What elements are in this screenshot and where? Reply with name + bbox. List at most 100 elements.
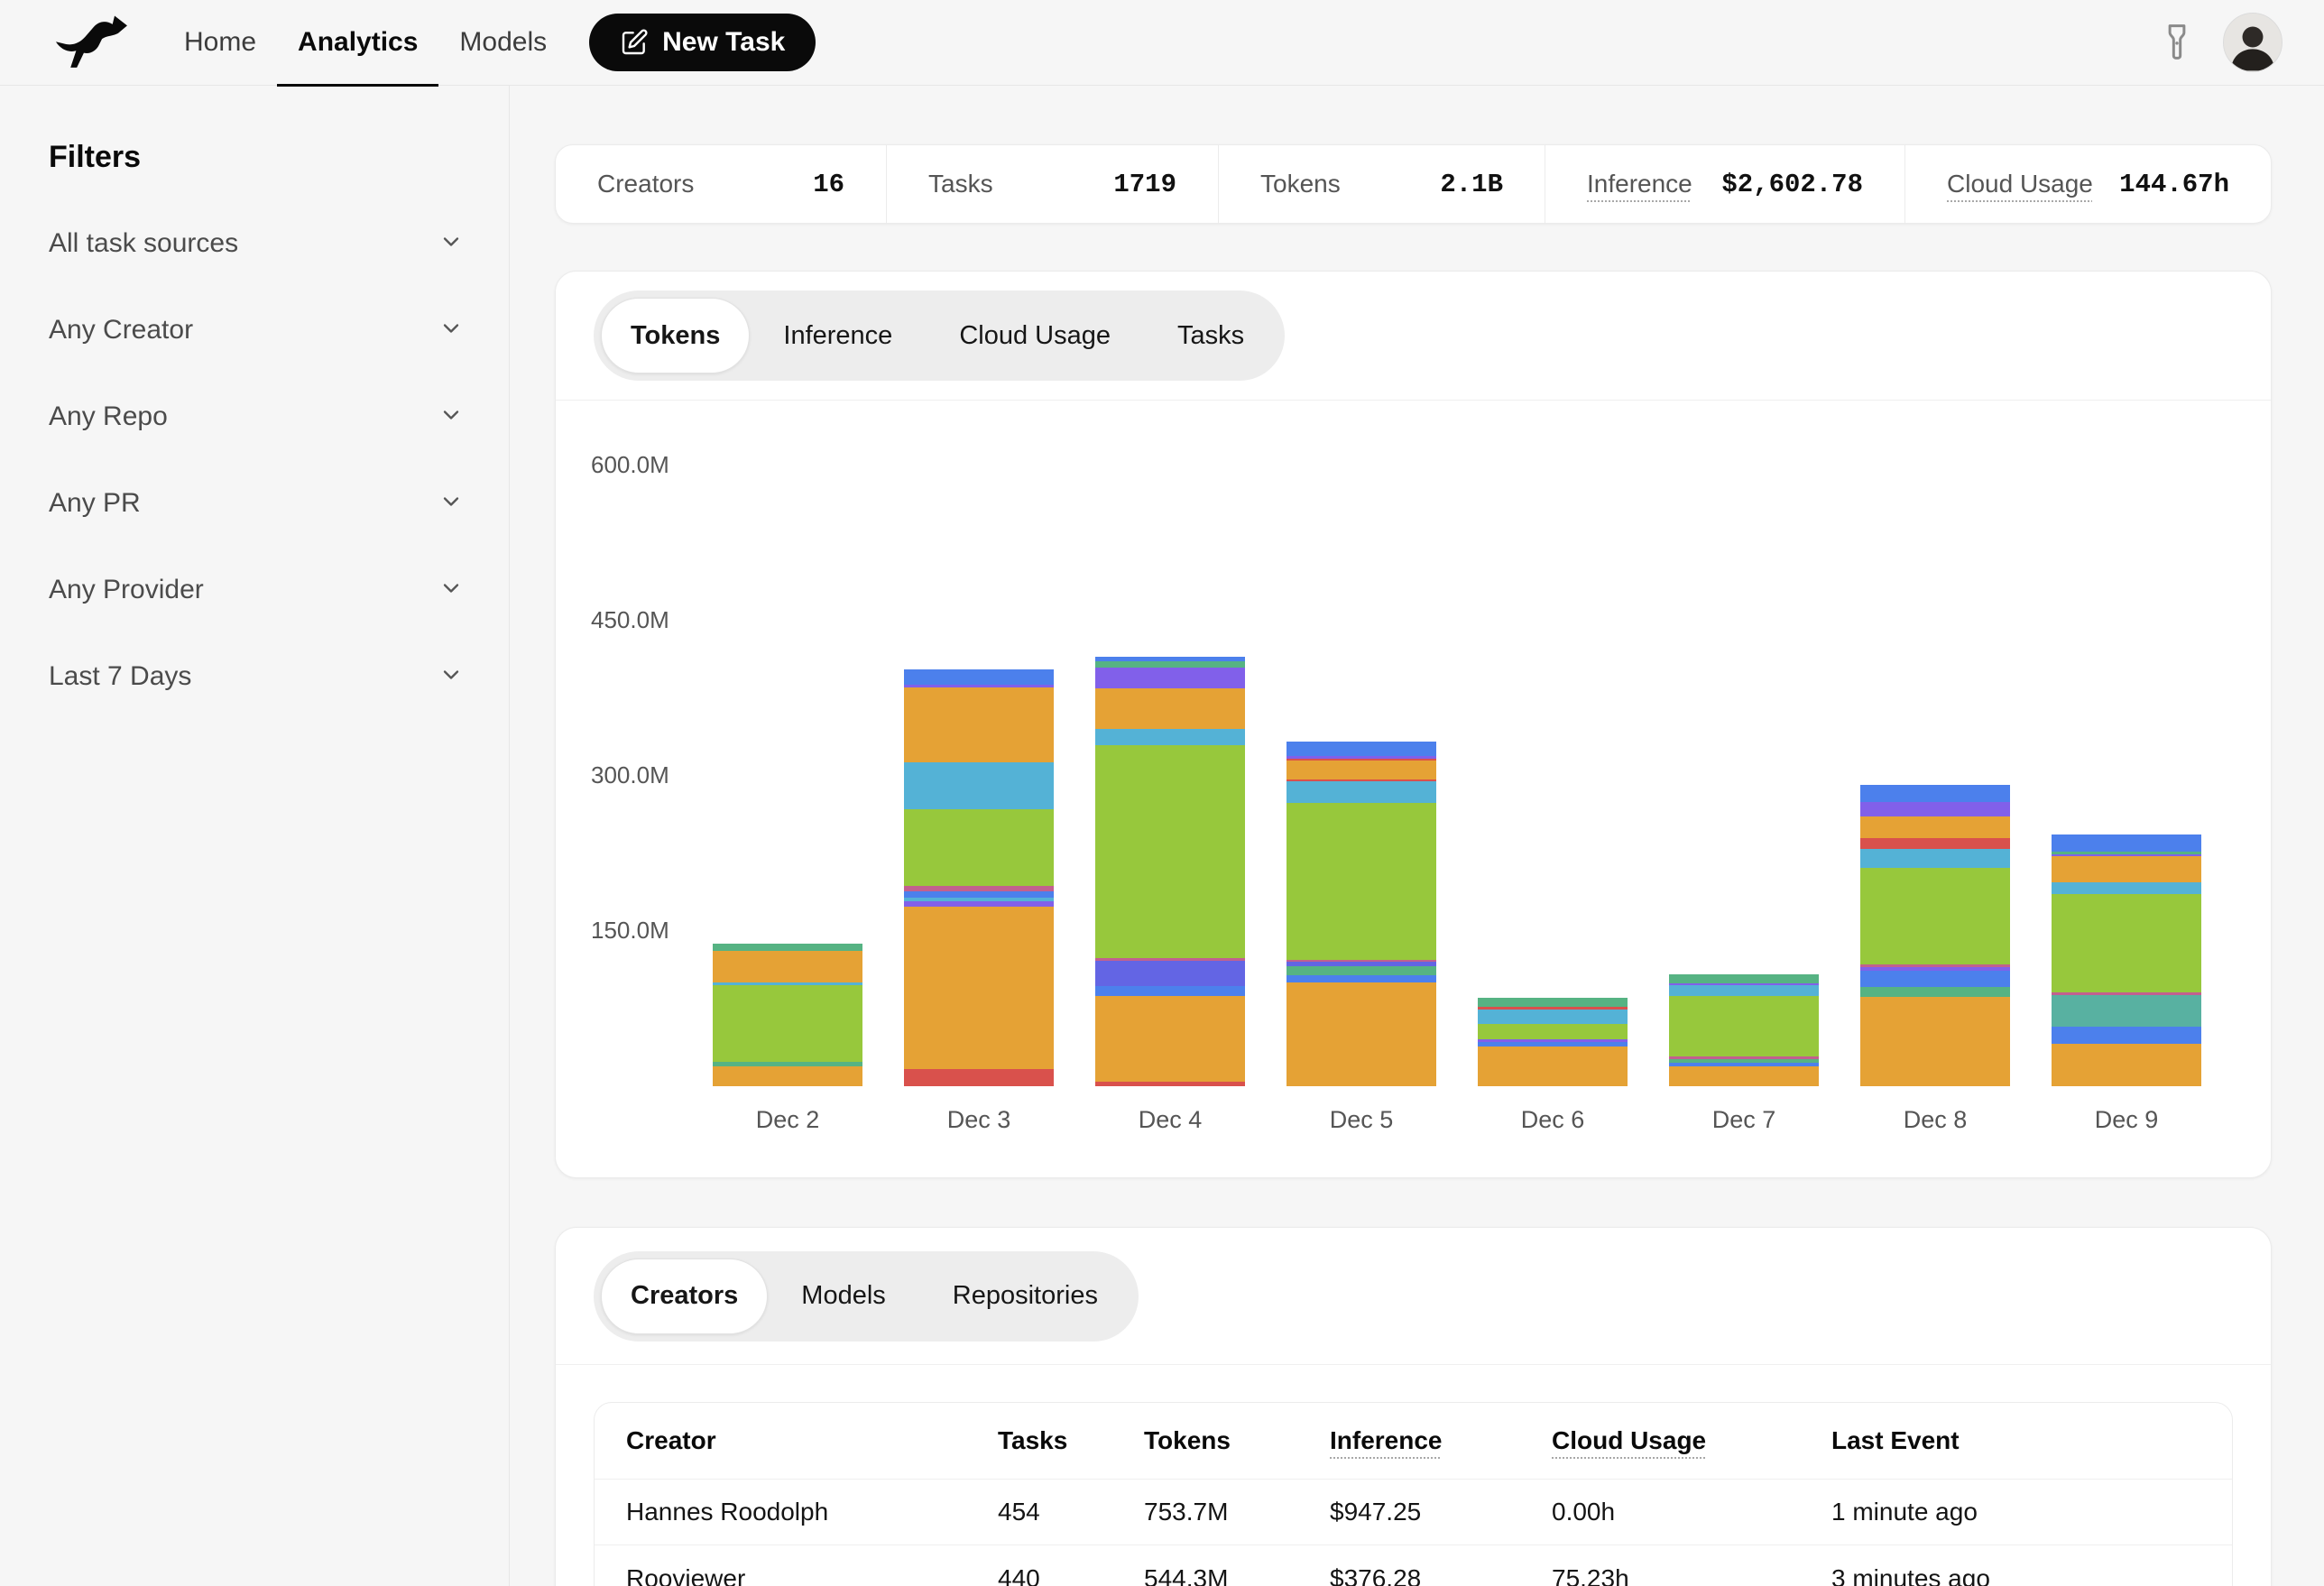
filters-sidebar: Filters All task sources Any Creator Any R… — [0, 86, 510, 1586]
bar-segment-blue — [904, 669, 1054, 685]
stat-inference: Inference $2,602.78 — [1545, 145, 1905, 223]
bar-segment-sky — [2052, 882, 2201, 895]
nav-item-models[interactable]: Models — [438, 0, 567, 86]
table-tab-repositories[interactable]: Repositories — [919, 1259, 1131, 1334]
bar-segment-green — [1095, 745, 1245, 958]
chart-tab-inference[interactable]: Inference — [750, 298, 926, 373]
chart-tab-tokens[interactable]: Tokens — [601, 298, 750, 373]
stat-value-cloud-usage: 144.67h — [2119, 170, 2229, 199]
column-header-inference[interactable]: Inference — [1330, 1426, 1552, 1455]
bar-segment-blue — [904, 891, 1054, 898]
stacked-bar-chart: 150.0M 300.0M 450.0M 600.0M — [556, 401, 2271, 1086]
cell-last-event: 3 minutes ago — [1831, 1564, 2200, 1586]
bar-dec-6 — [1478, 998, 1628, 1086]
bar-dec-4 — [1095, 657, 1245, 1086]
table-tab-creators[interactable]: Creators — [601, 1259, 768, 1334]
stat-label-creators: Creators — [597, 170, 694, 198]
y-axis-label: 600.0M — [591, 451, 669, 479]
chevron-down-icon — [438, 402, 464, 432]
bar-segment-teal2 — [2052, 995, 2201, 1026]
nav-item-analytics[interactable]: Analytics — [277, 0, 438, 86]
filters-title: Filters — [49, 140, 464, 176]
stat-value-tokens: 2.1B — [1440, 170, 1503, 199]
bar-segment-green — [1286, 803, 1436, 959]
filter-any-creator[interactable]: Any Creator — [49, 312, 464, 348]
avatar[interactable] — [2223, 13, 2282, 72]
stat-label-cloud-usage[interactable]: Cloud Usage — [1947, 170, 2093, 198]
bar-segment-orange — [713, 1066, 862, 1086]
bar-segment-indigo — [1095, 961, 1245, 986]
cell-inference: $376.28 — [1330, 1564, 1552, 1586]
nav-right — [2156, 13, 2282, 72]
bar-dec-5 — [1286, 742, 1436, 1086]
table-tab-group: CreatorsModelsRepositories — [594, 1251, 1139, 1342]
chart-tab-group: TokensInferenceCloud UsageTasks — [594, 290, 1285, 381]
filter-label: All task sources — [49, 228, 238, 259]
bar-segment-green — [1478, 1024, 1628, 1039]
bar-segment-orange — [2052, 1044, 2201, 1086]
filter-any-provider[interactable]: Any Provider — [49, 572, 464, 608]
bar-segment-orange — [1860, 997, 2010, 1086]
x-axis-label: Dec 8 — [1860, 1106, 2010, 1134]
table-tabs-row: CreatorsModelsRepositories — [556, 1228, 2271, 1365]
filter-any-repo[interactable]: Any Repo — [49, 399, 464, 435]
column-header-cloud-usage[interactable]: Cloud Usage — [1552, 1426, 1831, 1455]
table-row-hannes-roodolph[interactable]: Hannes Roodolph454753.7M$947.250.00h1 mi… — [595, 1480, 2232, 1545]
bar-dec-7 — [1669, 974, 1819, 1086]
y-axis-label: 300.0M — [591, 761, 669, 789]
x-axis-label: Dec 4 — [1095, 1106, 1245, 1134]
table-row-rooviewer[interactable]: Rooviewer440544.3M$376.2875.23h3 minutes… — [595, 1545, 2232, 1586]
breakdown-card: CreatorsModelsRepositories CreatorTasksT… — [555, 1227, 2272, 1586]
filter-any-pr[interactable]: Any PR — [49, 485, 464, 521]
chevron-down-icon — [438, 229, 464, 259]
bar-segment-blue — [1095, 986, 1245, 996]
bar-segment-red — [1860, 838, 2010, 848]
bar-segment-sky — [1095, 729, 1245, 745]
filter-label: Any Repo — [49, 401, 168, 432]
bar-segment-teal — [1669, 974, 1819, 983]
chevron-down-icon — [438, 316, 464, 346]
bar-segment-orange — [2052, 856, 2201, 882]
filter-last-7-days[interactable]: Last 7 Days — [49, 659, 464, 695]
x-axis-label: Dec 2 — [713, 1106, 862, 1134]
bar-segment-orange — [1286, 761, 1436, 779]
bar-segment-teal — [1095, 661, 1245, 668]
x-axis-label: Dec 7 — [1669, 1106, 1819, 1134]
cell-cloud-usage: 0.00h — [1552, 1498, 1831, 1526]
creators-table: CreatorTasksTokensInferenceCloud UsageLa… — [594, 1402, 2233, 1586]
flashlight-icon[interactable] — [2156, 19, 2198, 66]
nav-item-home[interactable]: Home — [163, 0, 277, 86]
filter-all-task-sources[interactable]: All task sources — [49, 226, 464, 262]
bar-segment-orange — [904, 687, 1054, 762]
cell-creator: Rooviewer — [626, 1564, 998, 1586]
bar-segment-red — [904, 1069, 1054, 1086]
chevron-down-icon — [438, 662, 464, 692]
bar-segment-orange — [1095, 688, 1245, 729]
top-nav: HomeAnalyticsModels New Task — [0, 0, 2324, 86]
y-axis-label: 150.0M — [591, 917, 669, 945]
x-axis-label: Dec 6 — [1478, 1106, 1628, 1134]
bar-segment-sky — [1286, 781, 1436, 803]
x-axis-label: Dec 5 — [1286, 1106, 1436, 1134]
stat-value-creators: 16 — [813, 170, 844, 199]
bar-segment-orange — [904, 907, 1054, 1069]
kangaroo-logo-icon[interactable] — [54, 14, 132, 70]
bar-segment-green — [713, 985, 862, 1062]
bar-segment-sky — [1860, 849, 2010, 868]
stat-label-inference[interactable]: Inference — [1587, 170, 1692, 198]
chevron-down-icon — [438, 489, 464, 519]
new-task-label: New Task — [662, 27, 785, 58]
chart-tab-tasks[interactable]: Tasks — [1144, 298, 1277, 373]
table-tab-models[interactable]: Models — [768, 1259, 919, 1334]
bar-segment-teal — [713, 944, 862, 951]
new-task-button[interactable]: New Task — [589, 14, 816, 71]
bar-dec-8 — [1860, 785, 2010, 1086]
nav-links: HomeAnalyticsModels — [163, 0, 567, 86]
stat-tasks: Tasks1719 — [887, 145, 1219, 223]
bar-segment-green — [1669, 996, 1819, 1057]
y-axis-label: 450.0M — [591, 606, 669, 634]
stat-value-inference: $2,602.78 — [1721, 170, 1863, 199]
chart-tab-cloud-usage[interactable]: Cloud Usage — [926, 298, 1144, 373]
filter-label: Any Provider — [49, 575, 204, 605]
stat-cloud-usage: Cloud Usage 144.67h — [1905, 145, 2271, 223]
